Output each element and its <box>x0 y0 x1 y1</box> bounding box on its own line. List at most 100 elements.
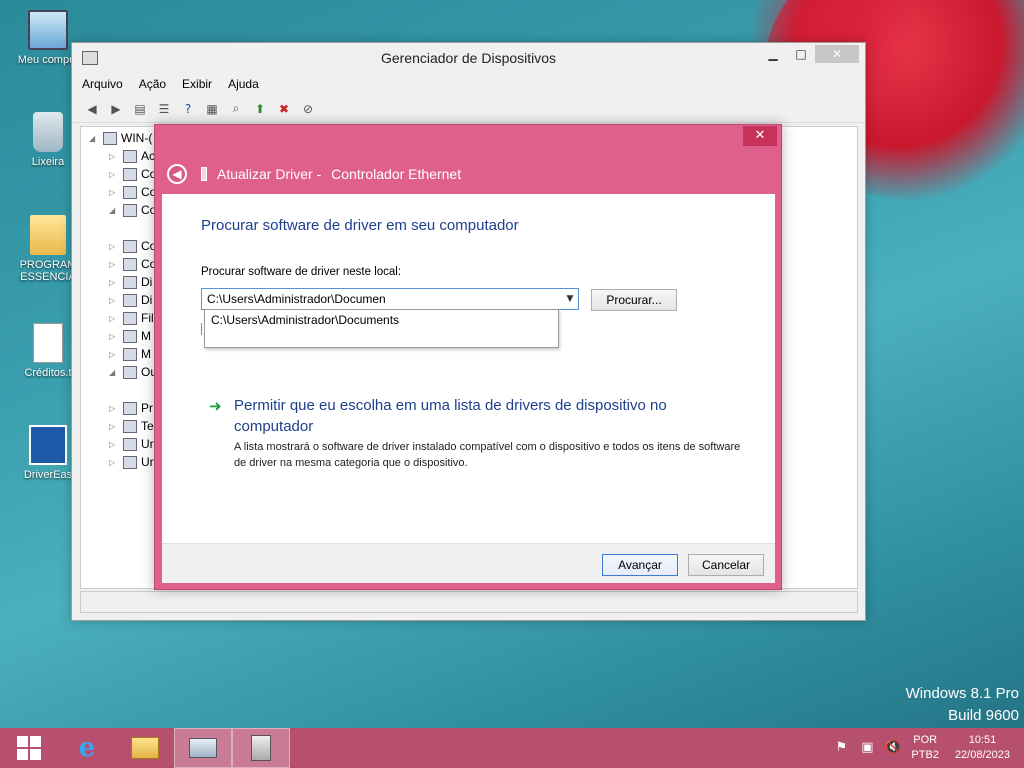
autocomplete-item[interactable]: C:\Users\Administrador\Documents <box>205 310 558 330</box>
help-icon[interactable]: ? <box>178 100 198 118</box>
tree-item[interactable]: ▷ M <box>109 327 151 345</box>
keyboard-layout: PTB2 <box>911 749 939 761</box>
close-button[interactable]: ✕ <box>815 45 859 63</box>
volume-muted-icon[interactable]: 🔇 <box>885 740 901 756</box>
clock[interactable]: 10:51 22/08/2023 <box>955 733 1010 763</box>
tree-item[interactable]: ▷ Ur <box>109 453 154 471</box>
windows-watermark: Windows 8.1 Pro Build 9600 <box>906 683 1019 727</box>
expand-arrow-icon[interactable]: ▷ <box>109 170 119 179</box>
collapse-arrow-icon[interactable]: ◢ <box>109 206 119 215</box>
taskbar-device-manager[interactable] <box>174 728 232 768</box>
recycle-bin-icon <box>33 112 63 152</box>
tree-label: Fil <box>141 311 154 325</box>
menu-ajuda[interactable]: Ajuda <box>228 77 259 91</box>
pick-from-list-option[interactable]: ➜ Permitir que eu escolha em uma lista d… <box>209 395 749 471</box>
tree-item[interactable]: ◢ Co <box>109 201 156 219</box>
expand-arrow-icon[interactable]: ▷ <box>109 260 119 269</box>
expand-arrow-icon[interactable]: ▷ <box>109 242 119 251</box>
flag-icon[interactable]: ⚑ <box>833 740 849 756</box>
device-manager-titlebar[interactable]: Gerenciador de Dispositivos ▁ □ ✕ <box>72 43 865 73</box>
path-combobox[interactable]: ▼ <box>201 288 579 310</box>
back-arrow-icon[interactable]: ◀ <box>167 164 187 184</box>
tree-item[interactable]: ▷ Co <box>109 255 156 273</box>
option-title[interactable]: Permitir que eu escolha em uma lista de … <box>234 395 749 437</box>
language-code: POR <box>913 734 938 746</box>
update-driver-icon[interactable]: ⬆ <box>250 100 270 118</box>
menu-arquivo[interactable]: Arquivo <box>82 77 123 91</box>
expand-arrow-icon[interactable]: ▷ <box>109 296 119 305</box>
toolbar: ◀ ▶ ▤ ☰ ? ▦ ⌕ ⬆ ✖ ⊘ <box>72 95 865 123</box>
tree-label: WIN-( <box>121 131 153 145</box>
device-category-icon <box>123 185 137 199</box>
folder-icon <box>30 215 66 255</box>
expand-arrow-icon[interactable]: ▷ <box>109 314 119 323</box>
tree-item[interactable]: ▷ Co <box>109 237 156 255</box>
uninstall-icon[interactable]: ✖ <box>274 100 294 118</box>
expand-arrow-icon[interactable]: ▷ <box>109 152 119 161</box>
network-icon[interactable]: ▣ <box>859 740 875 756</box>
tree-item[interactable]: ▷ Ac <box>109 147 155 165</box>
maximize-button[interactable]: □ <box>787 45 815 63</box>
dialog-body: Procurar software de driver em seu compu… <box>162 194 775 543</box>
tree-item[interactable]: ▷ Fil <box>109 309 154 327</box>
tree-label: Di <box>141 293 153 307</box>
tree-label: Pr <box>141 401 153 415</box>
expand-arrow-icon[interactable]: ▷ <box>109 188 119 197</box>
expand-arrow-icon[interactable]: ▷ <box>109 458 119 467</box>
tree-item[interactable]: ▷ Di <box>109 291 152 309</box>
forward-arrow-icon[interactable]: ▶ <box>106 100 126 118</box>
scan-hardware-icon[interactable]: ⌕ <box>226 100 246 118</box>
clock-date: 22/08/2023 <box>954 749 1010 761</box>
tree-item[interactable]: ▷ Co <box>109 183 156 201</box>
device-category-icon <box>123 437 137 451</box>
tree-item[interactable]: ▷ Co <box>109 165 156 183</box>
tree-root[interactable]: ◢ WIN-( <box>89 129 152 147</box>
autocomplete-dropdown: C:\Users\Administrador\Documents <box>204 309 559 348</box>
tree-item[interactable]: ▷ Ur <box>109 435 154 453</box>
menu-exibir[interactable]: Exibir <box>182 77 212 91</box>
collapse-arrow-icon[interactable]: ◢ <box>109 368 119 377</box>
desktop-icon-label: DriverEas <box>23 469 73 481</box>
taskbar-update-driver[interactable] <box>232 728 290 768</box>
expand-arrow-icon[interactable]: ▷ <box>109 278 119 287</box>
tree-item[interactable]: ▷ Di <box>109 273 152 291</box>
watermark-build: Build 9600 <box>948 707 1019 724</box>
tree-item[interactable]: ▷ Te <box>109 417 154 435</box>
expand-arrow-icon[interactable]: ▷ <box>109 332 119 341</box>
tree-item[interactable]: ◢ Ou <box>109 363 157 381</box>
clock-time: 10:51 <box>968 734 997 746</box>
device-category-icon <box>123 365 137 379</box>
disable-device-icon[interactable]: ⊘ <box>298 100 318 118</box>
collapse-arrow-icon[interactable]: ◢ <box>89 134 99 143</box>
expand-arrow-icon[interactable]: ▷ <box>109 350 119 359</box>
next-button[interactable]: Avançar <box>602 554 678 576</box>
device-manager-title: Gerenciador de Dispositivos <box>380 50 557 66</box>
file-explorer-icon <box>131 737 159 759</box>
device-category-icon <box>123 419 137 433</box>
menu-acao[interactable]: Ação <box>139 77 166 91</box>
taskbar-file-explorer[interactable] <box>116 728 174 768</box>
expand-arrow-icon[interactable]: ▷ <box>109 440 119 449</box>
chevron-down-icon[interactable]: ▼ <box>562 294 578 304</box>
path-input[interactable] <box>202 289 562 309</box>
device-category-icon <box>123 275 137 289</box>
dialog-title: Atualizar Driver - Controlador Ethernet <box>217 166 461 182</box>
tree-item[interactable]: ▷ M <box>109 345 151 363</box>
minimize-button[interactable]: ▁ <box>759 45 787 63</box>
browse-button[interactable]: Procurar... <box>591 289 677 311</box>
back-arrow-icon[interactable]: ◀ <box>82 100 102 118</box>
taskbar-internet-explorer[interactable]: e <box>58 728 116 768</box>
expand-arrow-icon[interactable]: ▷ <box>109 422 119 431</box>
language-indicator[interactable]: POR PTB2 <box>911 733 939 763</box>
device-category-icon <box>123 203 137 217</box>
computer-icon <box>103 131 117 145</box>
cancel-button[interactable]: Cancelar <box>688 554 764 576</box>
dialog-close-button[interactable]: ✕ <box>743 126 777 146</box>
device-category-icon <box>123 167 137 181</box>
view-icon[interactable]: ▦ <box>202 100 222 118</box>
properties-icon[interactable]: ▤ <box>130 100 150 118</box>
expand-arrow-icon[interactable]: ▷ <box>109 404 119 413</box>
list-icon[interactable]: ☰ <box>154 100 174 118</box>
tree-item[interactable]: ▷ Pr <box>109 399 153 417</box>
start-button[interactable] <box>0 728 58 768</box>
